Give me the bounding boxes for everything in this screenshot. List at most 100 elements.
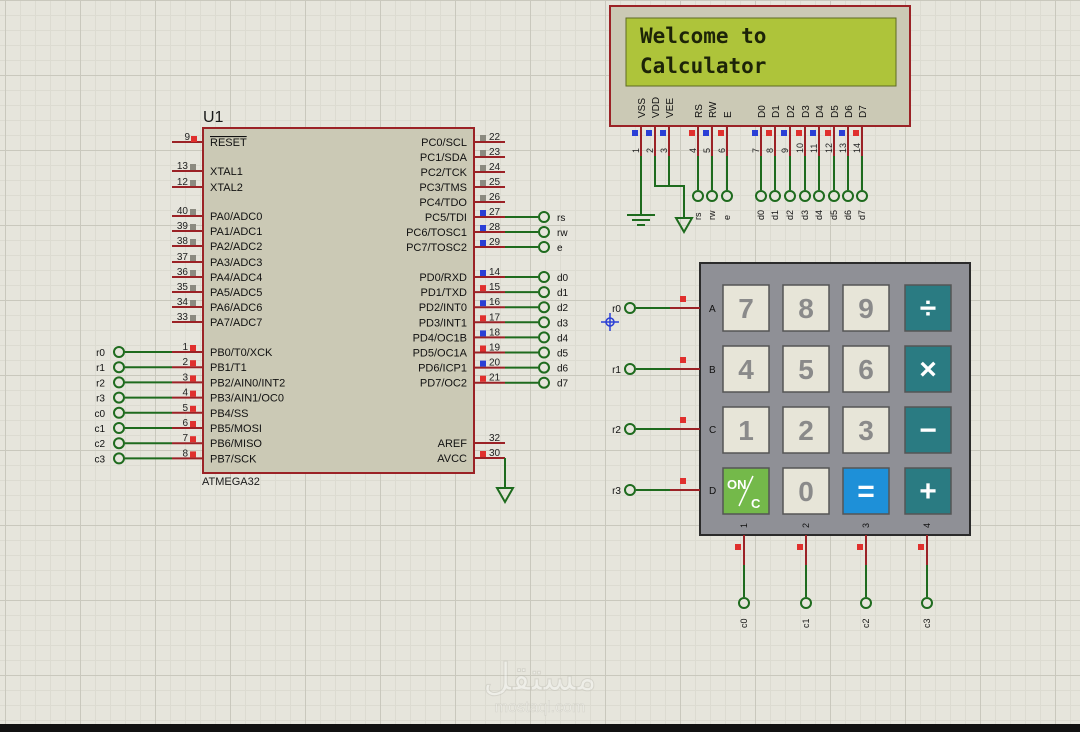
pin-state-marker: [190, 209, 196, 215]
terminal-e[interactable]: [538, 241, 550, 253]
net-label-r2: r2: [96, 378, 105, 389]
pin-number: 38: [177, 236, 189, 247]
terminal-rs[interactable]: [538, 211, 550, 223]
pin-state-marker: [680, 417, 686, 423]
terminal-d5[interactable]: [538, 346, 550, 359]
net-label-d0: d0: [756, 210, 766, 220]
lcd-pin-name: D6: [844, 105, 855, 118]
terminal-c3[interactable]: [921, 597, 933, 609]
terminal-c2[interactable]: [113, 437, 125, 450]
key-label: 1: [738, 415, 754, 446]
terminal-rw[interactable]: [706, 190, 718, 202]
key-on-clear[interactable]: ON C: [722, 467, 770, 515]
terminal-c3[interactable]: [113, 452, 125, 465]
terminal-d2[interactable]: [538, 301, 550, 314]
key-4[interactable]: 4: [722, 345, 770, 393]
pin-number: 33: [177, 312, 189, 323]
lcd-pin-name: D1: [771, 105, 782, 118]
pin-number: 25: [489, 177, 501, 188]
key-plus[interactable]: +: [904, 467, 952, 515]
terminal-c0[interactable]: [738, 597, 750, 609]
pin-state-marker: [480, 360, 486, 367]
net-label-d0: d0: [557, 273, 569, 284]
terminal-e[interactable]: [721, 190, 733, 202]
net-label-r2: r2: [612, 425, 621, 436]
key-6[interactable]: 6: [842, 345, 890, 393]
key-equals[interactable]: =: [842, 467, 890, 515]
terminal-d4[interactable]: [538, 331, 550, 344]
key-9[interactable]: 9: [842, 284, 890, 332]
terminal-d7[interactable]: [856, 190, 868, 202]
net-label-rw: rw: [557, 228, 568, 239]
key-multiply[interactable]: ×: [904, 345, 952, 393]
terminal-d3[interactable]: [799, 190, 811, 202]
pin-state-marker: [752, 130, 758, 136]
terminal-r2[interactable]: [624, 423, 636, 435]
net-label-rs: rs: [693, 212, 703, 220]
terminal-r3[interactable]: [113, 391, 125, 404]
terminal-rs[interactable]: [692, 190, 704, 202]
key-0[interactable]: 0: [782, 467, 830, 515]
key-2[interactable]: 2: [782, 406, 830, 454]
net-label-r0: r0: [612, 304, 621, 315]
pin-name: PA2/ADC2: [210, 241, 262, 253]
key-7[interactable]: 7: [722, 284, 770, 332]
terminal-d0[interactable]: [538, 271, 550, 283]
key-1[interactable]: 1: [722, 406, 770, 454]
key-5[interactable]: 5: [782, 345, 830, 393]
terminal-d5[interactable]: [828, 190, 840, 202]
pin-state-marker: [190, 405, 196, 412]
terminal-r1[interactable]: [624, 363, 636, 375]
net-label-c2: c2: [94, 439, 105, 450]
terminal-r2[interactable]: [113, 376, 125, 389]
pin-state-marker: [781, 130, 787, 136]
pin-state-marker: [853, 130, 859, 136]
terminal-rw[interactable]: [538, 226, 550, 238]
terminal-d2[interactable]: [784, 190, 796, 202]
terminal-d7[interactable]: [538, 376, 550, 389]
terminal-d1[interactable]: [538, 286, 550, 299]
pin-name: PD7/OC2: [420, 378, 467, 390]
key-label: −: [919, 414, 937, 447]
mcu-u1[interactable]: U1 ATMEGA32 9 RESET13 XTAL112 XTAL240 PA0/AD…: [94, 109, 569, 505]
key-3[interactable]: 3: [842, 406, 890, 454]
net-label-d1: d1: [557, 288, 569, 299]
keypad[interactable]: 7 8 9 ÷ 4 5 6 × 1 2 3 − ON C 0 = + Ar0 Br1 Cr2 Dr3 1 c0 2 c1 3 c…: [612, 262, 971, 628]
terminal-c0[interactable]: [113, 406, 125, 419]
lcd-module[interactable]: Welcome to Calculator VSS 1 VDD 2 VEE 3 RS 4 rs R…: [609, 5, 911, 235]
terminal-r0[interactable]: [113, 346, 125, 358]
pin-state-marker: [190, 360, 196, 367]
net-label-r1: r1: [612, 365, 621, 376]
net-label-d2: d2: [785, 210, 795, 220]
watermark-arabic: مستقل: [483, 657, 597, 699]
lcd-pin-name: VEE: [665, 98, 676, 118]
key-divide[interactable]: ÷: [904, 284, 952, 332]
terminal-d4[interactable]: [813, 190, 825, 202]
pin-state-marker: [857, 544, 863, 550]
key-8[interactable]: 8: [782, 284, 830, 332]
terminal-d6[interactable]: [842, 190, 854, 202]
pin-state-marker: [480, 165, 486, 171]
terminal-c1[interactable]: [113, 422, 125, 434]
pin-name: PC3/TMS: [419, 182, 467, 194]
terminal-c1[interactable]: [800, 597, 812, 609]
pin-state-marker: [632, 130, 638, 136]
pin-state-marker: [660, 130, 666, 136]
net-label-d5: d5: [557, 349, 569, 360]
terminal-c2[interactable]: [860, 597, 872, 609]
key-minus[interactable]: −: [904, 406, 952, 454]
terminal-r0[interactable]: [624, 302, 636, 314]
pin-number: 40: [177, 206, 189, 217]
pin-state-marker: [680, 296, 686, 302]
net-label-d3: d3: [557, 318, 569, 329]
terminal-r3[interactable]: [624, 484, 636, 496]
pin-number: 16: [489, 297, 501, 308]
key-label: 3: [858, 415, 874, 446]
pin-state-marker: [797, 544, 803, 550]
terminal-d1[interactable]: [769, 190, 781, 202]
terminal-d0[interactable]: [755, 190, 767, 202]
terminal-d6[interactable]: [538, 361, 550, 374]
terminal-d3[interactable]: [538, 316, 550, 329]
key-label: +: [919, 475, 937, 508]
terminal-r1[interactable]: [113, 361, 125, 374]
